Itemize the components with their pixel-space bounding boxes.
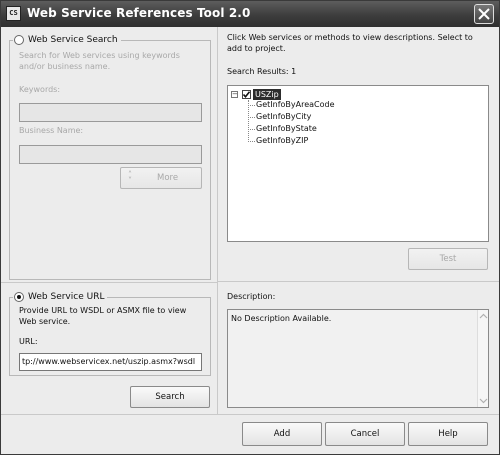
search-description: Search for Web services using keywords a…	[19, 51, 180, 71]
window-title: Web Service References Tool 2.0	[27, 6, 251, 20]
collapse-icon[interactable]: −	[231, 91, 238, 98]
more-button-label: More	[157, 173, 179, 183]
url-label: URL:	[19, 337, 38, 346]
keywords-input[interactable]	[19, 103, 202, 122]
url-description: Provide URL to WSDL or ASMX file to view…	[19, 306, 187, 326]
web-service-search-label: Web Service Search	[28, 34, 118, 45]
tree-node-method[interactable]: GetInfoByZIP	[256, 136, 308, 145]
url-input[interactable]: tp://www.webservicex.net/uszip.asmx?wsdl	[19, 353, 202, 371]
tree-node-method[interactable]: GetInfoByCity	[256, 112, 311, 121]
vertical-divider	[217, 27, 218, 414]
close-button[interactable]	[474, 4, 494, 24]
cancel-button[interactable]: Cancel	[325, 422, 405, 446]
web-service-url-label: Web Service URL	[28, 291, 105, 302]
web-service-search-radio[interactable]: Web Service Search	[13, 33, 121, 46]
tree-connector	[248, 117, 255, 118]
right-divider	[218, 281, 499, 282]
dialog-window: CS Web Service References Tool 2.0 Web S…	[0, 0, 500, 455]
description-label: Description:	[227, 292, 276, 301]
help-button[interactable]: Help	[408, 422, 488, 446]
left-divider	[1, 282, 217, 283]
business-name-label: Business Name:	[19, 126, 84, 135]
uszip-checkbox[interactable]	[242, 90, 251, 99]
tree-connector	[248, 100, 249, 142]
description-scrollbar[interactable]	[477, 310, 488, 407]
radio-button-selected[interactable]	[14, 291, 24, 302]
scroll-down-icon[interactable]	[479, 398, 488, 404]
keywords-label: Keywords:	[19, 85, 61, 94]
title-bar[interactable]: CS Web Service References Tool 2.0	[1, 1, 499, 27]
tree-connector	[248, 129, 255, 130]
url-value: tp://www.webservicex.net/uszip.asmx?wsdl	[22, 357, 196, 366]
description-box: No Description Available.	[227, 309, 489, 408]
web-service-url-radio[interactable]: Web Service URL	[13, 290, 108, 303]
description-text: No Description Available.	[231, 314, 332, 323]
close-icon	[478, 8, 490, 20]
search-button[interactable]: Search	[130, 386, 210, 408]
more-button[interactable]: ˄ ˅ More	[120, 167, 202, 189]
app-icon: CS	[6, 6, 21, 21]
tree-node-method[interactable]: GetInfoByAreaCode	[256, 100, 335, 109]
tree-node-uszip[interactable]: USZip	[253, 89, 281, 100]
footer-divider	[1, 414, 499, 415]
scroll-up-icon[interactable]	[479, 313, 488, 319]
radio-button[interactable]	[14, 34, 24, 45]
results-instructions: Click Web services or methods to view de…	[227, 33, 473, 53]
search-results-count: Search Results: 1	[227, 67, 297, 76]
tree-connector	[248, 105, 255, 106]
test-button[interactable]: Test	[408, 248, 488, 270]
tree-connector	[248, 141, 255, 142]
business-name-input[interactable]	[19, 145, 202, 164]
results-tree[interactable]: − USZip GetInfoByAreaCode GetInfoByCity …	[227, 85, 489, 242]
tree-node-method[interactable]: GetInfoByState	[256, 124, 317, 133]
check-icon	[242, 91, 251, 99]
add-button[interactable]: Add	[242, 422, 322, 446]
double-chevron-icon: ˄ ˅	[128, 170, 132, 185]
